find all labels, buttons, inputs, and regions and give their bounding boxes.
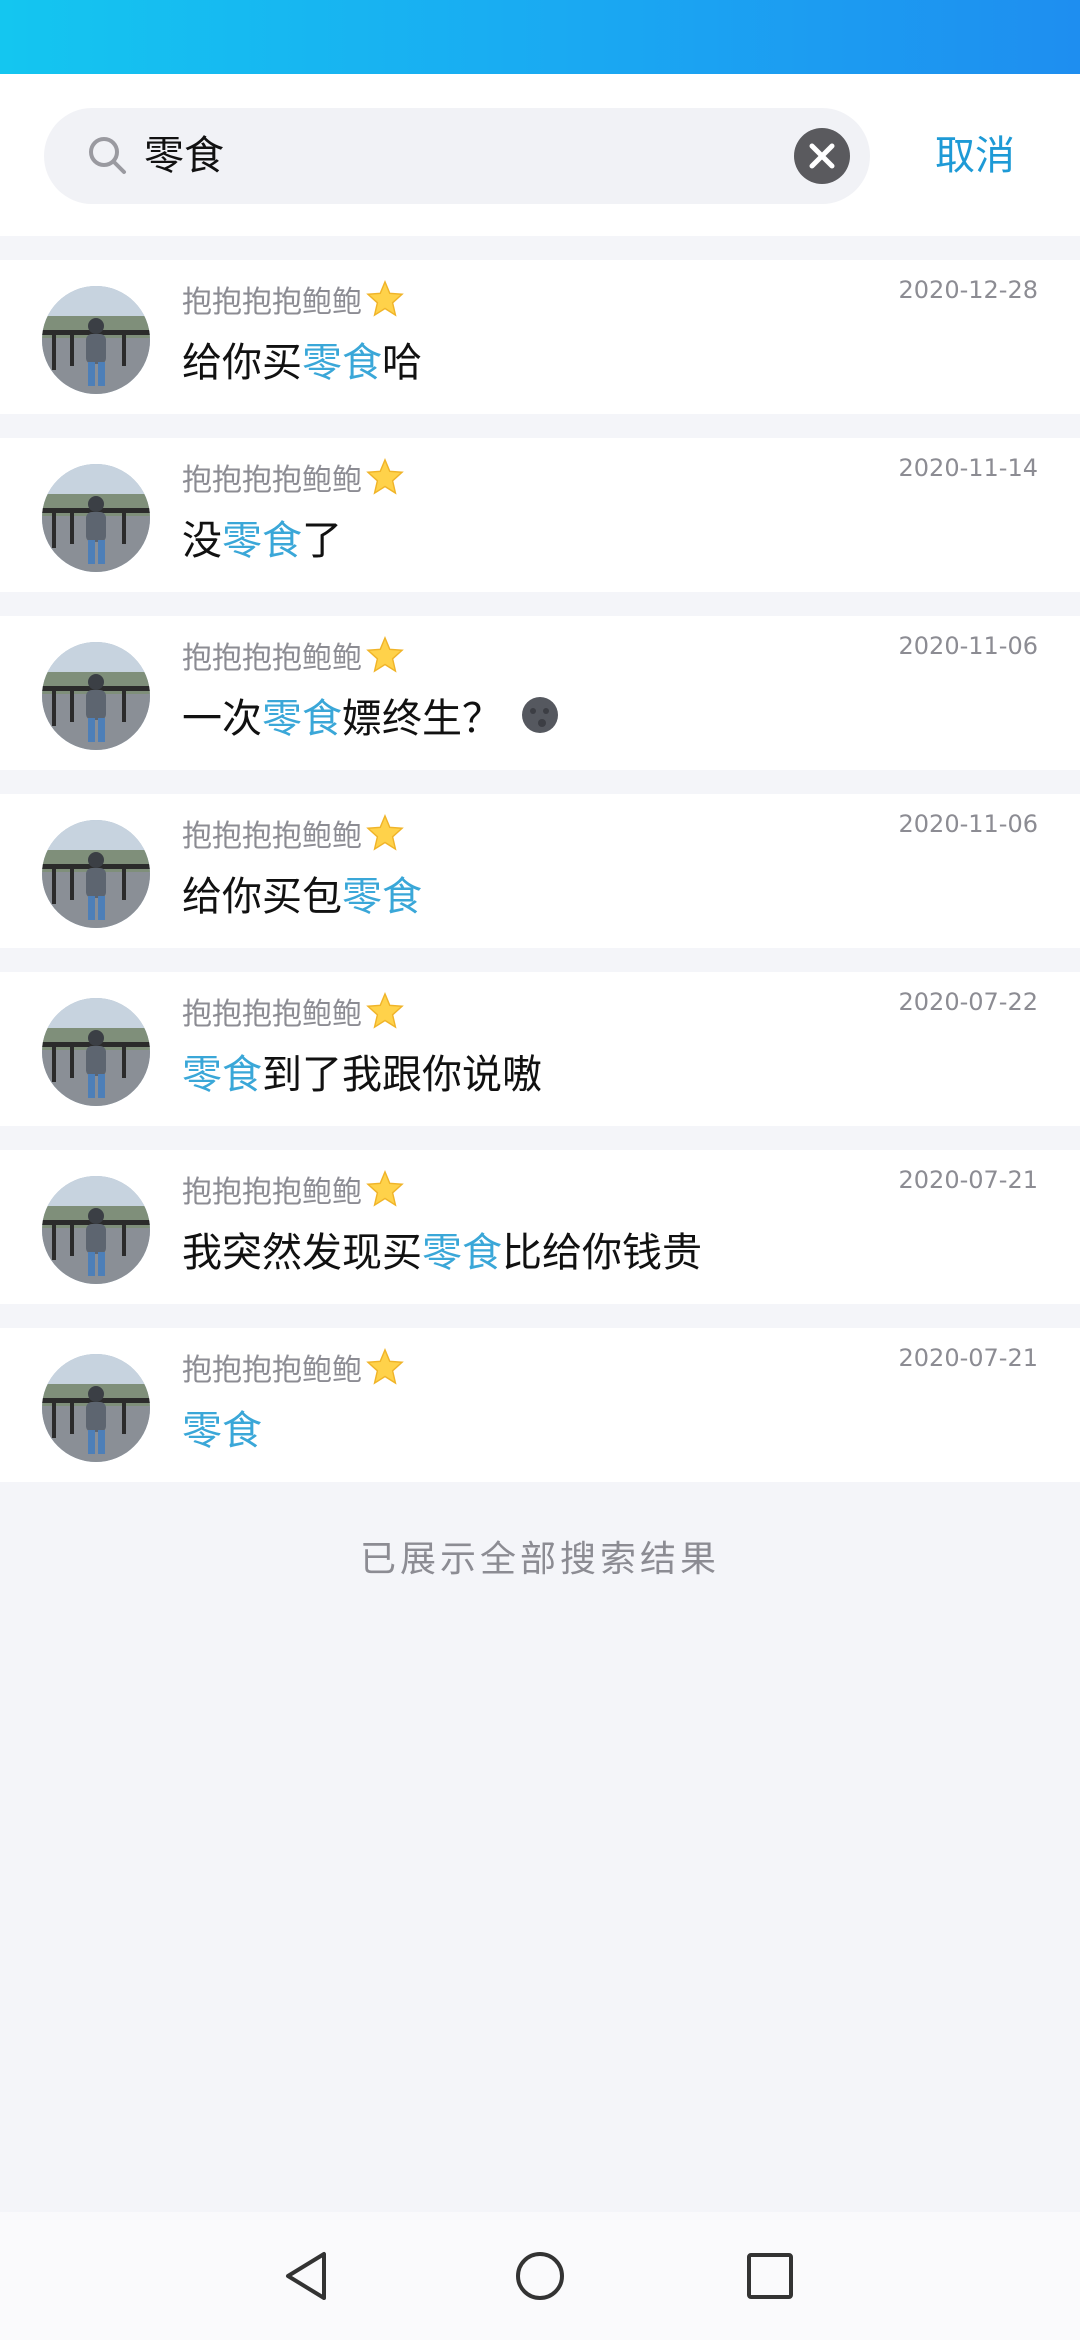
star-icon bbox=[366, 280, 404, 318]
avatar[interactable] bbox=[42, 464, 150, 572]
search-box[interactable] bbox=[44, 108, 870, 204]
avatar[interactable] bbox=[42, 642, 150, 750]
search-results-list: 抱抱抱抱鲍鲍 2020-12-28 给你买 零食哈抱抱抱抱鲍鲍 2020-11-14 没零… bbox=[0, 236, 1080, 1482]
star-icon bbox=[366, 1348, 404, 1386]
search-header: 取消 bbox=[0, 74, 1080, 236]
message-date: 2020-11-14 bbox=[898, 454, 1038, 482]
sender-name: 抱抱抱抱鲍鲍 bbox=[182, 819, 362, 854]
sender-row: 抱抱抱抱鲍鲍 bbox=[182, 274, 404, 324]
sender-row: 抱抱抱抱鲍鲍 bbox=[182, 630, 404, 680]
avatar[interactable] bbox=[42, 1354, 150, 1462]
star-icon bbox=[366, 1170, 404, 1208]
message-text-after: 嫖终生？ bbox=[342, 696, 502, 742]
message-text: 零食 bbox=[182, 1396, 262, 1458]
message-date: 2020-07-22 bbox=[898, 988, 1038, 1016]
message-date: 2020-12-28 bbox=[898, 276, 1038, 304]
sender-name: 抱抱抱抱鲍鲍 bbox=[182, 641, 362, 676]
home-button[interactable] bbox=[500, 2236, 580, 2316]
search-match-highlight: 零食 bbox=[422, 1230, 502, 1276]
search-result-item[interactable]: 抱抱抱抱鲍鲍 2020-11-14 没零食了 bbox=[0, 438, 1080, 592]
home-circle-icon bbox=[516, 2252, 564, 2300]
message-text: 我突然发现买 零食 比给你钱贵 bbox=[182, 1218, 702, 1280]
recent-apps-button[interactable] bbox=[730, 2236, 810, 2316]
avatar[interactable] bbox=[42, 1176, 150, 1284]
search-match-highlight: 零食 bbox=[182, 1408, 262, 1454]
search-result-item[interactable]: 抱抱抱抱鲍鲍 2020-11-06 一次 零食 嫖终生？ bbox=[0, 616, 1080, 770]
message-date: 2020-07-21 bbox=[898, 1166, 1038, 1194]
message-text-before: 给你买 bbox=[182, 340, 302, 386]
message-text-after: 到了我跟你说嗷 bbox=[262, 1052, 542, 1098]
search-match-highlight: 零食 bbox=[302, 340, 382, 386]
search-result-item[interactable]: 抱抱抱抱鲍鲍 2020-07-21 零食 bbox=[0, 1328, 1080, 1482]
sender-row: 抱抱抱抱鲍鲍 bbox=[182, 986, 404, 1036]
sender-name: 抱抱抱抱鲍鲍 bbox=[182, 1175, 362, 1210]
message-text-before: 给你买包 bbox=[182, 874, 342, 920]
search-input[interactable] bbox=[144, 108, 744, 204]
search-match-highlight: 零食 bbox=[222, 518, 302, 564]
message-text: 没零食了 bbox=[182, 506, 342, 568]
message-text-before: 没 bbox=[182, 518, 222, 564]
message-date: 2020-11-06 bbox=[898, 632, 1038, 660]
message-date: 2020-07-21 bbox=[898, 1344, 1038, 1372]
avatar[interactable] bbox=[42, 820, 150, 928]
sender-name: 抱抱抱抱鲍鲍 bbox=[182, 285, 362, 320]
sender-row: 抱抱抱抱鲍鲍 bbox=[182, 808, 404, 858]
sender-row: 抱抱抱抱鲍鲍 bbox=[182, 1164, 404, 1214]
sender-row: 抱抱抱抱鲍鲍 bbox=[182, 1342, 404, 1392]
star-icon bbox=[366, 636, 404, 674]
close-icon bbox=[809, 143, 835, 169]
star-icon bbox=[366, 814, 404, 852]
message-date: 2020-11-06 bbox=[898, 810, 1038, 838]
avatar[interactable] bbox=[42, 286, 150, 394]
end-of-results-note: 已展示全部搜索结果 bbox=[359, 1539, 720, 1580]
system-navigation-bar bbox=[0, 2212, 1080, 2340]
search-match-highlight: 零食 bbox=[342, 874, 422, 920]
sender-name: 抱抱抱抱鲍鲍 bbox=[182, 997, 362, 1032]
message-text: 零食 到了我跟你说嗷 bbox=[182, 1040, 542, 1102]
message-text: 一次 零食 嫖终生？ bbox=[182, 684, 560, 746]
sender-name: 抱抱抱抱鲍鲍 bbox=[182, 463, 362, 498]
back-triangle-icon bbox=[286, 2252, 326, 2300]
message-text-after: 了 bbox=[302, 518, 342, 564]
search-match-highlight: 零食 bbox=[182, 1052, 262, 1098]
message-text-after: 比给你钱贵 bbox=[502, 1230, 702, 1276]
moon-icon bbox=[520, 695, 560, 735]
search-match-highlight: 零食 bbox=[262, 696, 342, 742]
message-text-before: 我突然发现买 bbox=[182, 1230, 422, 1276]
message-text-before: 一次 bbox=[182, 696, 262, 742]
search-result-item[interactable]: 抱抱抱抱鲍鲍 2020-07-21 我突然发现买 零食 比给你钱贵 bbox=[0, 1150, 1080, 1304]
search-icon bbox=[84, 132, 132, 180]
message-text: 给你买 零食哈 bbox=[182, 328, 422, 390]
sender-name: 抱抱抱抱鲍鲍 bbox=[182, 1353, 362, 1388]
recent-square-icon bbox=[747, 2253, 793, 2299]
search-result-item[interactable]: 抱抱抱抱鲍鲍 2020-07-22 零食 到了我跟你说嗷 bbox=[0, 972, 1080, 1126]
search-result-item[interactable]: 抱抱抱抱鲍鲍 2020-12-28 给你买 零食哈 bbox=[0, 260, 1080, 414]
cancel-button[interactable]: 取消 bbox=[900, 108, 1050, 204]
message-text: 给你买包 零食 bbox=[182, 862, 422, 924]
clear-search-button[interactable] bbox=[794, 128, 850, 184]
status-bar bbox=[0, 0, 1080, 74]
sender-row: 抱抱抱抱鲍鲍 bbox=[182, 452, 404, 502]
avatar[interactable] bbox=[42, 998, 150, 1106]
search-result-item[interactable]: 抱抱抱抱鲍鲍 2020-11-06 给你买包 零食 bbox=[0, 794, 1080, 948]
star-icon bbox=[366, 992, 404, 1030]
back-button[interactable] bbox=[268, 2236, 348, 2316]
star-icon bbox=[366, 458, 404, 496]
message-text-after: 哈 bbox=[382, 340, 422, 386]
